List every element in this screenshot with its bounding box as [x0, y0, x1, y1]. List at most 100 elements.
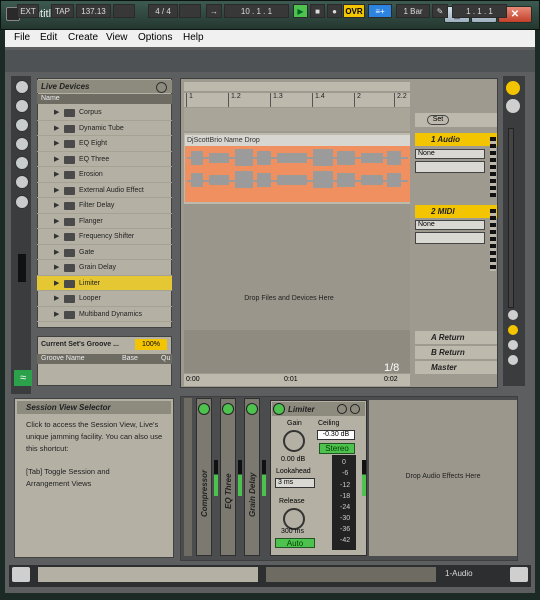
detail-view-toggle-icon[interactable] — [510, 567, 528, 582]
plugin-browser-icon[interactable] — [15, 118, 29, 132]
grain-delay-power-icon[interactable] — [246, 403, 258, 415]
time-signature-field[interactable]: 4 / 4 — [148, 4, 178, 18]
info-toggle-icon[interactable] — [12, 567, 30, 582]
return-b-header[interactable]: B Return — [415, 346, 497, 359]
browser-column-name[interactable]: Name — [37, 94, 172, 104]
track-1-header[interactable]: 1 Audio — [415, 133, 497, 146]
menu-file[interactable]: File — [14, 32, 30, 43]
session-view-icon[interactable] — [506, 81, 520, 95]
overview-bar[interactable] — [184, 82, 410, 91]
beat-ruler[interactable]: 1 1.2 1.3 1.4 2 2.2 — [184, 93, 410, 107]
menu-help[interactable]: Help — [183, 32, 204, 43]
io-toggle-icon[interactable] — [508, 310, 518, 320]
ext-sync-button[interactable]: EXT — [17, 4, 39, 18]
record-icon[interactable]: ● — [327, 4, 342, 18]
eq-three-power-icon[interactable] — [222, 403, 234, 415]
release-knob[interactable] — [283, 508, 305, 530]
delay-toggle-icon[interactable] — [508, 355, 518, 365]
midi-track-lane[interactable] — [184, 204, 410, 331]
time-tick: 0:00 — [186, 376, 200, 383]
gain-reduction-meter: 0 -6 -12 -18 -24 -30 -36 -42 — [332, 455, 356, 550]
list-item[interactable]: ▶ Dynamic Tube — [37, 121, 172, 136]
hot-swap-icon[interactable] — [156, 82, 167, 93]
track-1-meter — [490, 137, 496, 197]
groove-icon[interactable]: ≈ — [14, 370, 32, 386]
col-groove-name: Groove Name — [41, 355, 85, 362]
automation-arm-button[interactable]: ≡+ — [368, 4, 392, 18]
track-2-header[interactable]: 2 MIDI — [415, 205, 497, 218]
nudge-buttons[interactable] — [113, 4, 135, 18]
hide-browser-icon[interactable] — [15, 80, 29, 94]
auto-release-toggle[interactable]: Auto — [275, 538, 315, 548]
grid-zoom[interactable]: 1/8 — [384, 362, 399, 374]
master-meter — [508, 128, 514, 308]
set-locator-button[interactable]: Set — [427, 115, 449, 125]
list-item[interactable]: ▶ EQ Three — [37, 152, 172, 167]
track-2-input-dropdown[interactable]: None — [415, 220, 485, 230]
loop-start-field[interactable]: 1 . 1 . 1 — [452, 4, 507, 18]
return-toggle-icon[interactable] — [508, 325, 518, 335]
info-title: Session View Selector — [17, 401, 171, 414]
menu-options[interactable]: Options — [138, 32, 172, 43]
file-browser-2-icon[interactable] — [15, 156, 29, 170]
meter-tick: 0 — [342, 459, 346, 466]
list-item[interactable]: ▶ Gate — [37, 245, 172, 260]
file-browser-3-icon[interactable] — [15, 175, 29, 189]
metronome-button[interactable] — [179, 4, 201, 18]
track-2-channel-dropdown[interactable] — [415, 232, 485, 244]
track-1-channel-dropdown[interactable] — [415, 161, 485, 173]
col-base: Base — [122, 355, 138, 362]
list-item-selected[interactable]: ▶ Limiter — [37, 275, 172, 291]
tap-tempo-button[interactable]: TAP — [51, 4, 74, 18]
list-item[interactable]: ▶ Looper — [37, 291, 172, 307]
tempo-field[interactable]: 137.13 — [76, 4, 111, 18]
browser-scroll-handle[interactable] — [18, 254, 26, 282]
grain-delay-label: Grain Delay — [248, 472, 257, 517]
locator-lane[interactable] — [184, 108, 410, 131]
quantize-dropdown[interactable]: 1 Bar — [396, 4, 430, 18]
track-1-input-dropdown[interactable]: None — [415, 149, 485, 159]
lookahead-dropdown[interactable]: 3 ms — [275, 478, 315, 488]
gain-knob[interactable] — [283, 430, 305, 452]
list-item[interactable]: ▶ External Audio Effect — [37, 183, 172, 198]
list-item[interactable]: ▶ Filter Delay — [37, 198, 172, 214]
return-a-header[interactable]: A Return — [415, 331, 497, 344]
arrangement-view-icon[interactable] — [506, 99, 520, 113]
limiter-power-icon[interactable] — [273, 403, 285, 415]
list-item[interactable]: ▶ Grain Delay — [37, 260, 172, 276]
grain-delay-device[interactable]: Grain Delay — [244, 398, 260, 556]
menu-edit[interactable]: Edit — [40, 32, 57, 43]
menu-view[interactable]: View — [106, 32, 128, 43]
file-browser-1-icon[interactable] — [15, 137, 29, 151]
pencil-icon[interactable]: ✎ — [432, 4, 448, 18]
device-chain-overview[interactable] — [266, 567, 436, 582]
ceiling-field[interactable]: -0.30 dB — [317, 430, 355, 440]
compressor-device[interactable]: Compressor — [196, 398, 212, 556]
list-item[interactable]: ▶ Flanger — [37, 214, 172, 229]
master-header[interactable]: Master — [415, 361, 497, 374]
list-item[interactable]: ▶ Multiband Dynamics — [37, 307, 172, 322]
compressor-power-icon[interactable] — [198, 403, 210, 415]
global-groove-amount[interactable]: 100% — [135, 339, 167, 350]
menu-create[interactable]: Create — [68, 32, 98, 43]
clip-name[interactable]: DjScottBrio Name Drop — [185, 135, 410, 146]
release-label: Release — [279, 498, 305, 505]
stop-icon[interactable]: ■ — [310, 4, 325, 18]
mixer-toggle-icon[interactable] — [508, 340, 518, 350]
overdub-button[interactable]: OVR — [343, 4, 365, 18]
list-item[interactable]: ▶ Erosion — [37, 167, 172, 183]
follow-arrow-icon[interactable]: → — [206, 4, 222, 18]
device-browser-icon[interactable] — [15, 99, 29, 113]
limiter-unfold-icon[interactable] — [337, 404, 347, 414]
ruler-tick: 2 — [354, 93, 361, 107]
stereo-toggle[interactable]: Stereo — [319, 443, 355, 454]
list-item[interactable]: ▶ EQ Eight — [37, 136, 172, 152]
eq-three-device[interactable]: EQ Three — [220, 398, 236, 556]
time-ruler[interactable]: 0:00 0:01 0:02 — [184, 374, 410, 386]
limiter-save-icon[interactable] — [350, 404, 360, 414]
list-item[interactable]: ▶ Frequency Shifter — [37, 229, 172, 245]
groove-pool-icon[interactable] — [15, 195, 29, 209]
list-item[interactable]: ▶ Corpus — [37, 105, 172, 121]
song-position-field[interactable]: 10 . 1 . 1 — [224, 4, 289, 18]
play-icon[interactable]: ▶ — [293, 4, 308, 18]
